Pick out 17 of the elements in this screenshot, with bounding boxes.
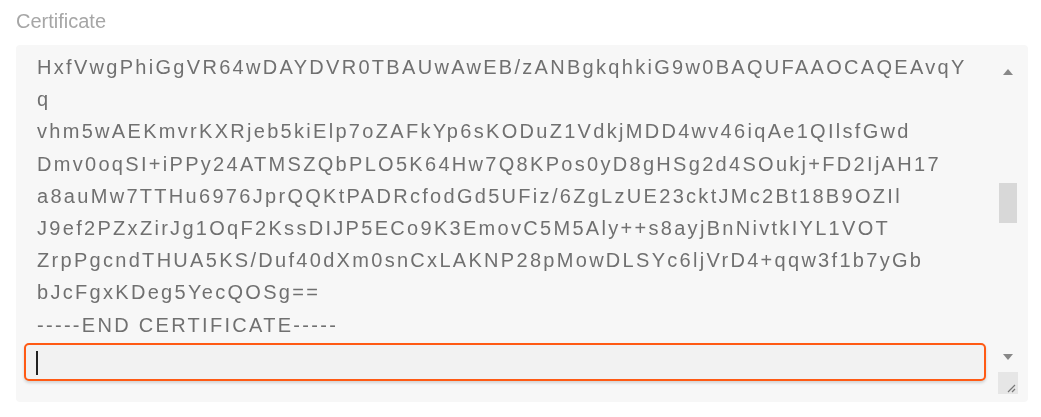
certificate-text-line: a8auMw7TTHu6976JprQQKtPADRcfodGd5UFiz/6ZgLzUE23cktJMc2Bt18B9OZIl — [36, 183, 903, 209]
certificate-text-line: Dmv0oqSI+iPPy24ATMSZQbPLO5K64Hw7Q8KPos0yD8gHSg2d4SOukj+FD2IjAH17 — [36, 151, 942, 177]
certificate-text-line: HxfVwgPhiGgVR64wDAYDVR0TBAUwAwEB/zANBgkqhkiG9w0BAQUFAAOCAQEAvqY — [36, 55, 968, 80]
certificate-text-line: vhm5wAEKmvrKXRjeb5kiElp7oZAFkYp6sKODuZ1VdkjMDD4wv46iqAe1QIlsfGwd — [36, 119, 912, 145]
scroll-up-icon[interactable] — [1003, 69, 1013, 75]
certificate-text-line: bJcFgxKDeg5YecQOSg== — [36, 280, 322, 306]
input-field[interactable] — [24, 342, 986, 381]
text-caret — [36, 350, 38, 375]
certificate-text-line: J9ef2PZxZirJg1OqF2KssDIJP5ECo9K3EmovC5M5Aly++s8ayjBnNivtkIYL1VOT — [36, 216, 892, 241]
scroll-down-icon[interactable] — [1003, 354, 1013, 360]
field-label: Certificate — [16, 10, 108, 33]
scrollbar-thumb[interactable] — [999, 183, 1017, 223]
certificate-text-line: q — [36, 87, 52, 113]
certificate-text-line: -----END CERTIFICATE----- — [36, 312, 340, 338]
certificate-textarea[interactable] — [16, 45, 1028, 402]
resize-grip-icon[interactable] — [998, 372, 1018, 394]
certificate-text-line: ZrpPgcndTHUA5KS/Duf40dXm0snCxLAKNP28pMowDLSYc6ljVrD4+qqw3f1b7yGb — [36, 248, 925, 274]
